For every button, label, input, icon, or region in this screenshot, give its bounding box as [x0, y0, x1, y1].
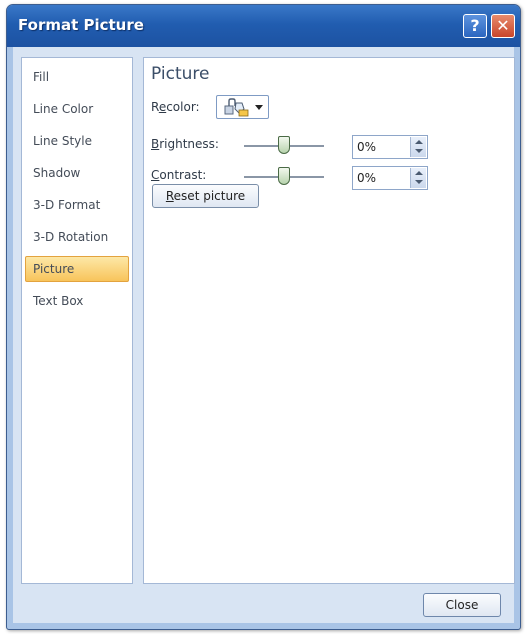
spin-up-icon[interactable]	[415, 140, 423, 144]
nav-item-shadow[interactable]: Shadow	[25, 160, 129, 186]
nav-item-picture[interactable]: Picture	[25, 256, 129, 282]
help-button[interactable]: ?	[463, 14, 487, 38]
recolor-label: Recolor:	[151, 100, 200, 114]
nav-item-label: 3-D Rotation	[33, 230, 109, 244]
nav-item-label: Shadow	[33, 166, 81, 180]
brightness-slider-thumb[interactable]	[278, 136, 290, 154]
spin-down-icon[interactable]	[415, 149, 423, 153]
format-picture-dialog: Format Picture ? ✕ Fill Line Color Line …	[6, 4, 521, 630]
dialog-client-area: Fill Line Color Line Style Shadow 3-D Fo…	[13, 47, 515, 623]
contrast-spinner[interactable]	[352, 166, 428, 190]
nav-item-line-style[interactable]: Line Style	[25, 128, 129, 154]
dialog-title: Format Picture	[18, 16, 144, 34]
recolor-dropdown-button[interactable]	[216, 95, 269, 119]
brightness-spinner[interactable]	[352, 135, 428, 159]
close-button[interactable]: Close	[423, 593, 501, 617]
spin-up-icon[interactable]	[415, 171, 423, 175]
recolor-icon	[224, 98, 249, 117]
spin-down-icon[interactable]	[415, 180, 423, 184]
contrast-input[interactable]	[357, 170, 405, 186]
category-list: Fill Line Color Line Style Shadow 3-D Fo…	[21, 57, 133, 584]
chevron-down-icon	[255, 104, 263, 110]
contrast-label: Contrast:	[151, 168, 207, 182]
contrast-slider-thumb[interactable]	[278, 167, 290, 185]
nav-item-label: 3-D Format	[33, 198, 101, 212]
brightness-input[interactable]	[357, 139, 405, 155]
nav-item-text-box[interactable]: Text Box	[25, 288, 129, 314]
brightness-spin-buttons[interactable]	[410, 137, 426, 157]
nav-item-line-color[interactable]: Line Color	[25, 96, 129, 122]
nav-item-label: Fill	[33, 70, 50, 84]
contrast-spin-buttons[interactable]	[410, 168, 426, 188]
nav-item-3d-rotation[interactable]: 3-D Rotation	[25, 224, 129, 250]
nav-item-label: Picture	[33, 262, 75, 276]
nav-item-3d-format[interactable]: 3-D Format	[25, 192, 129, 218]
nav-item-label: Line Color	[33, 102, 94, 116]
brightness-label: Brightness:	[151, 137, 219, 151]
reset-picture-button[interactable]: Reset picture	[152, 184, 259, 208]
panel-heading: Picture	[151, 64, 210, 84]
nav-item-fill[interactable]: Fill	[25, 64, 129, 90]
nav-item-label: Line Style	[33, 134, 92, 148]
picture-settings-panel: Picture Recolor: Brightness: 0% Contrast…	[143, 57, 515, 584]
nav-item-label: Text Box	[33, 294, 84, 308]
close-x-button[interactable]: ✕	[491, 14, 515, 38]
title-bar[interactable]: Format Picture ? ✕	[7, 5, 520, 47]
